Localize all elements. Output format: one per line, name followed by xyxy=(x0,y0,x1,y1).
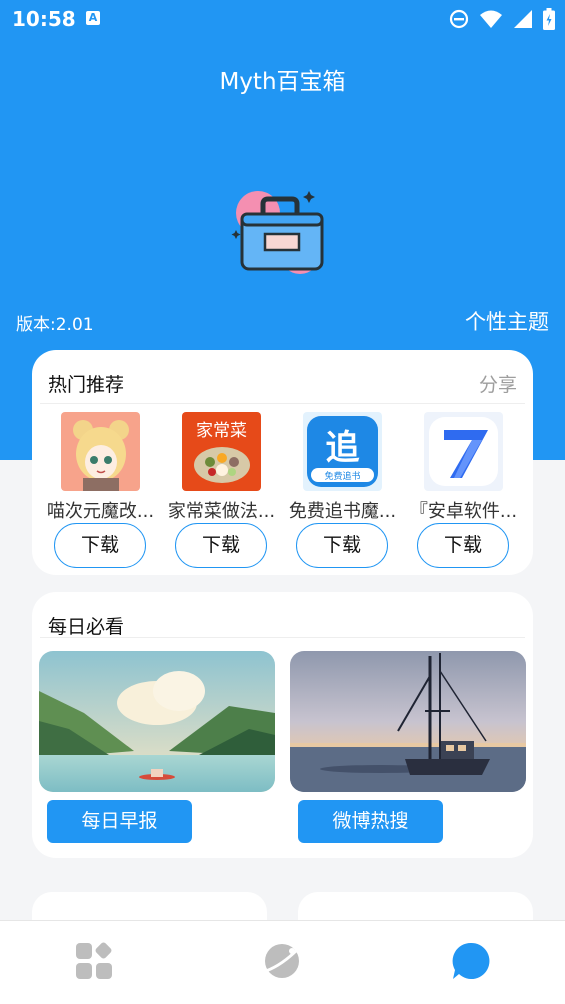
app-name: 喵次元魔改... xyxy=(46,501,155,522)
home-cooking-app-icon: 家常菜 xyxy=(182,412,261,491)
download-button[interactable]: 下载 xyxy=(296,523,388,568)
divider xyxy=(40,403,525,404)
app-item[interactable]: 『安卓软件... 下载 xyxy=(403,410,524,570)
apps-grid-icon[interactable] xyxy=(74,941,114,981)
mountain-lake-image[interactable] xyxy=(39,651,275,792)
status-time: 10:58 xyxy=(12,7,76,31)
weibo-hot-button[interactable]: 微博热搜 xyxy=(298,800,443,843)
svg-text:家常菜: 家常菜 xyxy=(196,421,247,441)
app-item[interactable]: 喵次元魔改... 下载 xyxy=(40,410,161,570)
planet-icon[interactable] xyxy=(262,941,302,981)
do-not-disturb-icon xyxy=(449,9,469,29)
svg-text:追: 追 xyxy=(326,428,360,468)
svg-text:免费追书: 免费追书 xyxy=(324,470,360,482)
chat-bubble-icon[interactable] xyxy=(451,941,491,981)
signal-icon xyxy=(514,10,532,28)
app-title: Myth百宝箱 xyxy=(219,69,346,95)
download-button[interactable]: 下载 xyxy=(417,523,509,568)
battery-icon xyxy=(543,8,555,30)
app-name: 家常菜做法... xyxy=(167,501,276,522)
app-item[interactable]: 家常菜 家常菜做法... 下载 xyxy=(161,410,282,570)
toolbox-logo-icon xyxy=(231,191,324,274)
share-button[interactable]: 分享 xyxy=(479,370,517,397)
fishing-boat-image[interactable] xyxy=(290,651,526,792)
bottom-navigation xyxy=(0,920,565,1004)
app-name: 『安卓软件... xyxy=(409,501,518,522)
theme-button[interactable]: 个性主题 xyxy=(465,306,549,336)
wifi-icon xyxy=(480,10,502,28)
morning-report-button[interactable]: 每日早报 xyxy=(47,800,192,843)
download-button[interactable]: 下载 xyxy=(175,523,267,568)
daily-card: 每日必看 每日早报 微博热搜 xyxy=(32,592,533,858)
android-software-app-icon xyxy=(424,412,503,491)
app-name: 免费追书魔... xyxy=(288,501,397,522)
version-label: 版本:2.01 xyxy=(16,315,94,335)
status-bar: 10:58 A xyxy=(0,0,565,38)
app-list: 喵次元魔改... 下载 家常菜 家常菜做法... 下载 追 免费追书 免费追书魔… xyxy=(32,410,533,570)
notification-icon: A xyxy=(86,11,100,25)
book-reader-app-icon: 追 免费追书 xyxy=(303,412,382,491)
divider xyxy=(40,637,525,638)
daily-title: 每日必看 xyxy=(48,616,125,638)
anime-girl-app-icon xyxy=(61,412,140,491)
hot-recommend-card: 热门推荐 分享 喵次元魔改... 下载 家常菜 家常菜做法... 下载 追 免费… xyxy=(32,350,533,575)
hot-recommend-title: 热门推荐 xyxy=(48,374,125,396)
app-item[interactable]: 追 免费追书 免费追书魔... 下载 xyxy=(282,410,403,570)
download-button[interactable]: 下载 xyxy=(54,523,146,568)
